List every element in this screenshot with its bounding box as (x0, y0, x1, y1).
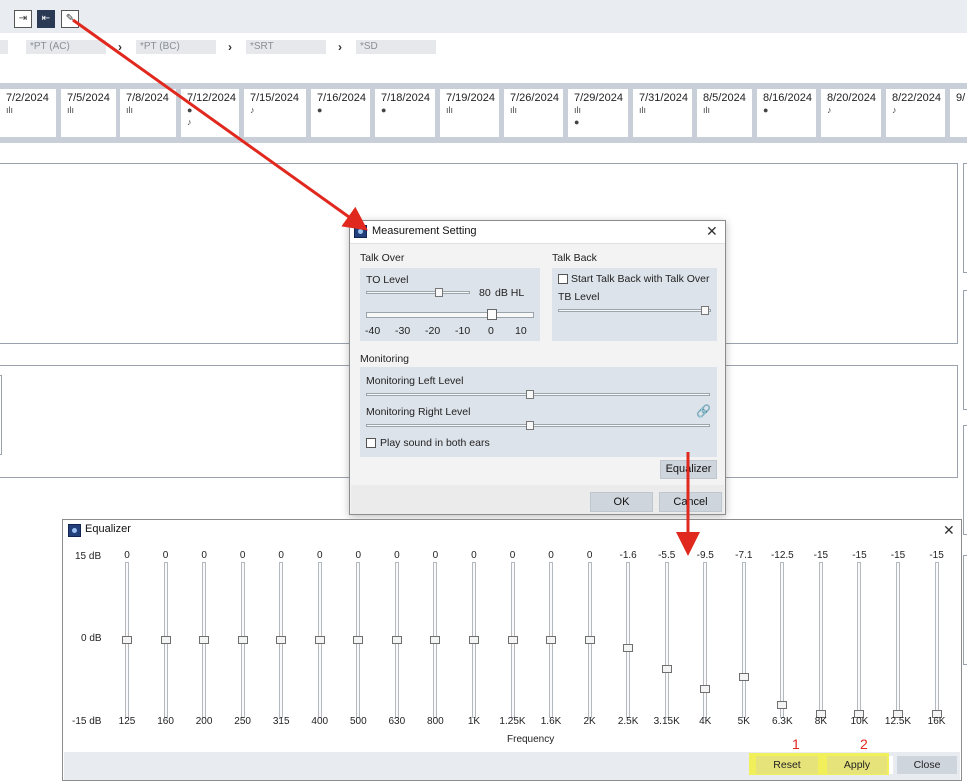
annotation-arrows (72, 18, 700, 556)
arrow-to-measurement-dialog (72, 18, 368, 231)
